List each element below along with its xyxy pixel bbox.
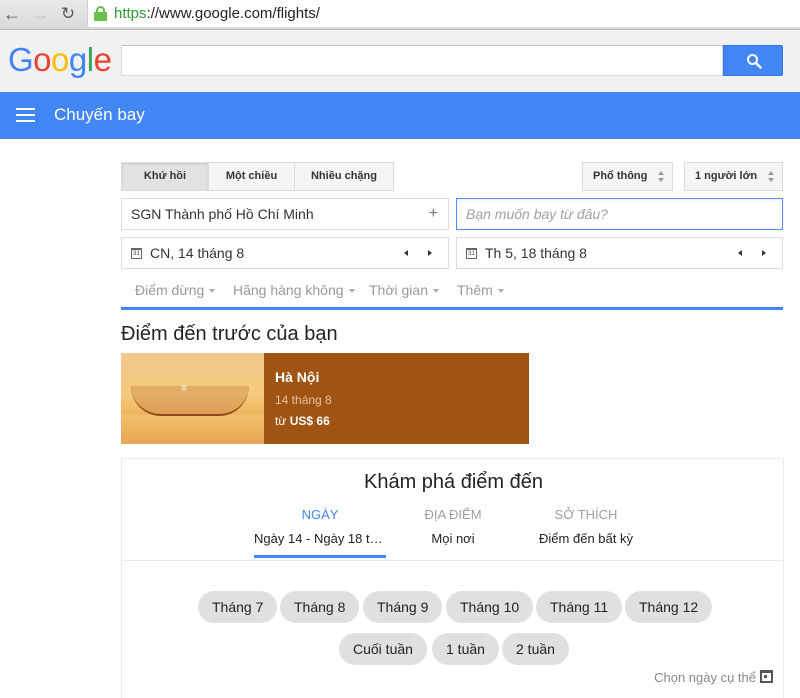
price-value: US$ 66 (289, 414, 330, 428)
filter-more[interactable]: Thêm (457, 282, 504, 298)
chip-duration[interactable]: Cuối tuần (339, 633, 427, 665)
google-search-button[interactable] (723, 45, 783, 76)
calendar-icon: 31 (131, 248, 142, 259)
destination-photo (121, 353, 264, 444)
tab-value: Mọi nơi (431, 531, 475, 546)
calendar-icon (760, 670, 773, 683)
lock-icon (94, 6, 107, 21)
chip-month[interactable]: Tháng 9 (363, 591, 443, 623)
filter-airlines[interactable]: Hãng hàng không (233, 282, 355, 298)
destination-city: Hà Nội (275, 369, 320, 385)
chip-month[interactable]: Tháng 11 (536, 591, 623, 623)
divider (122, 560, 785, 561)
url-scheme: https (114, 5, 147, 22)
destination-price: từ US$ 66 (275, 414, 330, 428)
select-arrows-icon (768, 171, 774, 183)
tab-label: SỞ THÍCH (554, 507, 618, 522)
logo-letter: l (86, 41, 94, 78)
caret-down-icon (348, 289, 355, 294)
browser-toolbar: ← → ↻ https://www.google.com/flights/ (0, 0, 800, 30)
origin-field[interactable]: SGN Thành phố Hồ Chí Minh + (121, 198, 449, 230)
tab-label: NGÀY (301, 507, 339, 522)
chip-month[interactable]: Tháng 10 (446, 591, 534, 623)
passengers-value: 1 người lớn (695, 170, 758, 182)
next-day-icon[interactable] (428, 250, 432, 256)
url-path: ://www.google.com/flights/ (146, 5, 320, 22)
logo-letter: o (51, 41, 69, 78)
destination-input[interactable] (456, 198, 783, 230)
price-prefix: từ (275, 414, 287, 428)
pick-date-label: Chọn ngày cụ thể (654, 670, 756, 685)
previous-day-icon[interactable] (738, 250, 742, 256)
logo-letter: e (93, 41, 112, 78)
flights-app-bar: Chuyến bay (0, 92, 800, 139)
google-logo[interactable]: Google (8, 41, 112, 79)
back-arrow-icon[interactable]: ← (2, 4, 22, 24)
explore-title: Khám phá điểm đến (363, 471, 543, 493)
logo-letter: G (8, 41, 34, 78)
pick-specific-date-link[interactable]: Chọn ngày cụ thể (654, 670, 773, 685)
search-icon (747, 54, 762, 69)
trip-type-one-way[interactable]: Một chiều (208, 162, 295, 191)
depart-date-field[interactable]: 31 CN, 14 tháng 8 (121, 237, 449, 269)
filter-label: Thêm (457, 282, 493, 298)
forward-arrow-icon[interactable]: → (30, 4, 50, 24)
caret-down-icon (433, 289, 439, 294)
passengers-select[interactable]: 1 người lớn (684, 162, 783, 191)
tab-interests[interactable]: SỞ THÍCH Điểm đến bất kỳ (520, 507, 652, 546)
logo-letter: o (33, 41, 52, 78)
return-date-field[interactable]: 31 Th 5, 18 tháng 8 (456, 237, 783, 269)
add-origin-icon[interactable]: + (429, 199, 438, 229)
filter-label: Thời gian (369, 282, 428, 298)
depart-date-value: CN, 14 tháng 8 (150, 245, 245, 261)
tab-value: Ngày 14 - Ngày 18 tháng 8 (254, 531, 386, 546)
google-search-input[interactable] (121, 45, 723, 76)
chip-month[interactable]: Tháng 8 (280, 591, 360, 623)
next-day-icon[interactable] (762, 250, 766, 256)
tab-dates[interactable]: NGÀY Ngày 14 - Ngày 18 tháng 8 (254, 507, 386, 558)
previous-destinations-title: Điểm đến trước của bạn (121, 323, 338, 345)
address-bar[interactable]: https://www.google.com/flights/ (87, 0, 800, 27)
chip-month[interactable]: Tháng 7 (198, 591, 278, 623)
destination-date: 14 tháng 8 (275, 393, 332, 407)
explore-panel: Khám phá điểm đến NGÀY Ngày 14 - Ngày 18… (121, 458, 785, 698)
destination-card[interactable]: Hà Nội 14 tháng 8 từ US$ 66 (121, 353, 529, 444)
hamburger-menu-icon[interactable] (16, 108, 35, 123)
caret-down-icon (497, 289, 504, 294)
reload-icon[interactable]: ↻ (58, 4, 78, 24)
chip-duration[interactable]: 2 tuần (502, 633, 569, 665)
chip-duration[interactable]: 1 tuần (432, 633, 499, 665)
caret-down-icon (209, 289, 216, 294)
return-date-value: Th 5, 18 tháng 8 (485, 245, 587, 261)
filter-bar: Điểm dừng Hãng hàng không Thời gian Thêm (121, 280, 783, 310)
select-arrows-icon (658, 171, 664, 183)
chip-month[interactable]: Tháng 12 (625, 591, 713, 623)
app-title: Chuyến bay (54, 105, 145, 124)
filter-times[interactable]: Thời gian (369, 282, 439, 298)
url-text[interactable]: https://www.google.com/flights/ (114, 5, 320, 22)
google-header: Google (0, 30, 800, 92)
filter-label: Điểm dừng (135, 282, 205, 298)
trip-type-round-trip[interactable]: Khứ hồi (121, 162, 209, 191)
origin-value: SGN Thành phố Hồ Chí Minh (131, 206, 314, 222)
filter-label: Hãng hàng không (233, 282, 344, 298)
calendar-icon: 31 (466, 248, 477, 259)
previous-day-icon[interactable] (404, 250, 408, 256)
tab-label: ĐỊA ĐIỂM (424, 507, 482, 522)
logo-letter: g (68, 41, 87, 78)
tab-location[interactable]: ĐỊA ĐIỂM Mọi nơi (387, 507, 519, 546)
cabin-class-value: Phổ thông (593, 170, 648, 182)
cabin-class-select[interactable]: Phổ thông (582, 162, 673, 191)
trip-type-multi-city[interactable]: Nhiều chặng (294, 162, 394, 191)
filter-stops[interactable]: Điểm dừng (135, 282, 216, 298)
tab-value: Điểm đến bất kỳ (539, 531, 633, 546)
